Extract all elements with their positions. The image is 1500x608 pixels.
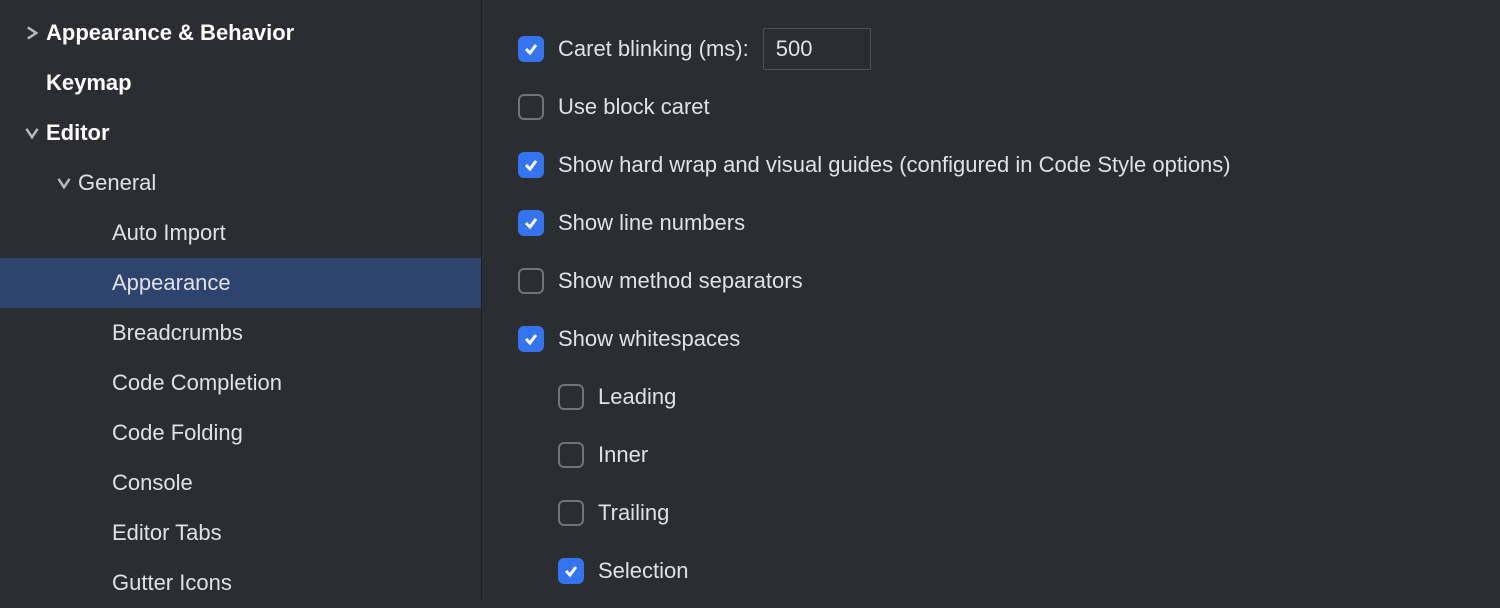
checkbox-whitespace-inner[interactable]: [558, 442, 584, 468]
sidebar-item-appearance[interactable]: Appearance: [0, 258, 481, 308]
sidebar-item-console[interactable]: Console: [0, 458, 481, 508]
caret-blinking-input[interactable]: [763, 28, 871, 70]
chevron-right-icon: [18, 26, 46, 40]
checkbox-show-method-separators[interactable]: [518, 268, 544, 294]
setting-whitespace-inner: Inner: [518, 426, 1500, 484]
chevron-down-icon: [18, 126, 46, 140]
checkbox-show-line-numbers[interactable]: [518, 210, 544, 236]
setting-caret-blinking: Caret blinking (ms):: [518, 20, 1500, 78]
setting-whitespace-selection: Selection: [518, 542, 1500, 600]
sidebar-item-code-completion[interactable]: Code Completion: [0, 358, 481, 408]
setting-label: Inner: [598, 442, 648, 468]
setting-use-block-caret: Use block caret: [518, 78, 1500, 136]
sidebar-label: Auto Import: [112, 220, 226, 246]
sidebar-item-appearance-behavior[interactable]: Appearance & Behavior: [0, 8, 481, 58]
checkbox-show-hard-wrap[interactable]: [518, 152, 544, 178]
sidebar-label: Code Folding: [112, 420, 243, 446]
setting-label: Trailing: [598, 500, 669, 526]
setting-label: Leading: [598, 384, 676, 410]
checkbox-whitespace-leading[interactable]: [558, 384, 584, 410]
checkbox-use-block-caret[interactable]: [518, 94, 544, 120]
setting-show-whitespaces: Show whitespaces: [518, 310, 1500, 368]
sidebar-label: General: [78, 170, 156, 196]
checkbox-caret-blinking[interactable]: [518, 36, 544, 62]
setting-show-hard-wrap: Show hard wrap and visual guides (config…: [518, 136, 1500, 194]
sidebar-label: Editor: [46, 120, 110, 146]
settings-content: Caret blinking (ms): Use block caret Sho…: [482, 0, 1500, 600]
sidebar-item-keymap[interactable]: Keymap: [0, 58, 481, 108]
setting-show-line-numbers: Show line numbers: [518, 194, 1500, 252]
setting-label: Use block caret: [558, 94, 710, 120]
sidebar-item-gutter-icons[interactable]: Gutter Icons: [0, 558, 481, 608]
checkbox-show-whitespaces[interactable]: [518, 326, 544, 352]
checkbox-whitespace-trailing[interactable]: [558, 500, 584, 526]
setting-label: Show hard wrap and visual guides (config…: [558, 152, 1231, 178]
setting-label: Show line numbers: [558, 210, 745, 236]
sidebar-item-code-folding[interactable]: Code Folding: [0, 408, 481, 458]
sidebar-label: Keymap: [46, 70, 132, 96]
setting-label: Show whitespaces: [558, 326, 740, 352]
sidebar-label: Console: [112, 470, 193, 496]
chevron-down-icon: [50, 176, 78, 190]
sidebar-label: Code Completion: [112, 370, 282, 396]
setting-whitespace-leading: Leading: [518, 368, 1500, 426]
sidebar-label: Gutter Icons: [112, 570, 232, 596]
sidebar-label: Appearance & Behavior: [46, 20, 294, 46]
setting-whitespace-trailing: Trailing: [518, 484, 1500, 542]
sidebar-item-editor-tabs[interactable]: Editor Tabs: [0, 508, 481, 558]
sidebar-item-auto-import[interactable]: Auto Import: [0, 208, 481, 258]
settings-sidebar: Appearance & Behavior Keymap Editor Gene…: [0, 0, 482, 600]
sidebar-item-editor[interactable]: Editor: [0, 108, 481, 158]
sidebar-item-general[interactable]: General: [0, 158, 481, 208]
setting-label: Show method separators: [558, 268, 803, 294]
sidebar-label: Editor Tabs: [112, 520, 222, 546]
setting-show-method-separators: Show method separators: [518, 252, 1500, 310]
checkbox-whitespace-selection[interactable]: [558, 558, 584, 584]
sidebar-label: Breadcrumbs: [112, 320, 243, 346]
sidebar-label: Appearance: [112, 270, 231, 296]
sidebar-item-breadcrumbs[interactable]: Breadcrumbs: [0, 308, 481, 358]
setting-label: Caret blinking (ms):: [558, 36, 749, 62]
setting-label: Selection: [598, 558, 689, 584]
